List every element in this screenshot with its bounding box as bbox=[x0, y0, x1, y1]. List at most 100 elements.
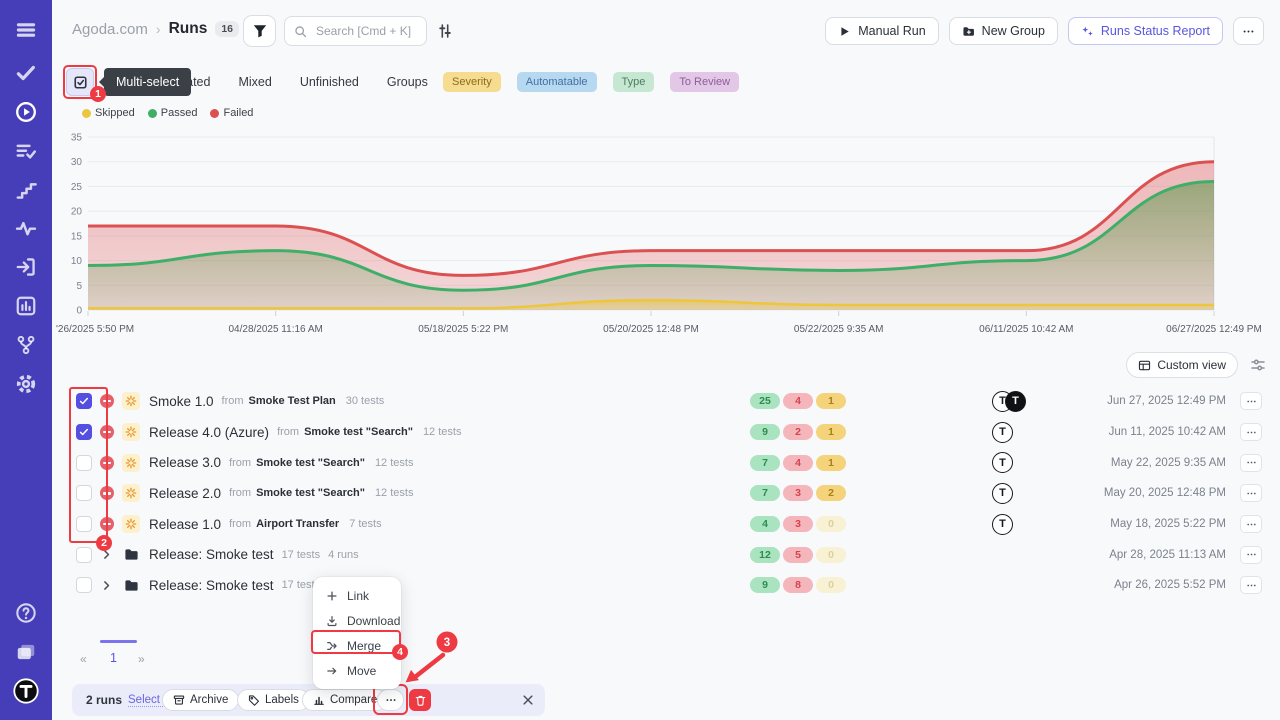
menu-item-merge[interactable]: Merge bbox=[313, 633, 401, 658]
tab-unfinished[interactable]: Unfinished bbox=[300, 75, 359, 89]
sidebar-item-branch[interactable] bbox=[14, 333, 38, 357]
runs-status-report-button[interactable]: Runs Status Report bbox=[1068, 17, 1223, 45]
tab-groups[interactable]: Groups bbox=[387, 75, 428, 89]
sidebar-item-pulse[interactable] bbox=[14, 216, 38, 240]
custom-view-button[interactable]: Custom view bbox=[1126, 352, 1238, 378]
plan-name[interactable]: Smoke Test Plan bbox=[249, 395, 336, 407]
filter-tag-type[interactable]: Type bbox=[613, 72, 655, 92]
new-group-button[interactable]: New Group bbox=[949, 17, 1058, 45]
assignee-avatars: T bbox=[992, 514, 1013, 535]
sidebar-item-steps[interactable] bbox=[14, 178, 38, 202]
run-title[interactable]: Release 3.0 bbox=[149, 455, 221, 470]
search-box[interactable] bbox=[284, 16, 427, 46]
sidebar-item-menu[interactable] bbox=[14, 18, 38, 42]
run-date: May 22, 2025 9:35 AM bbox=[1111, 457, 1226, 469]
run-title[interactable]: Release 2.0 bbox=[149, 486, 221, 501]
run-title[interactable]: Release: Smoke test bbox=[149, 547, 274, 562]
bulk-more-button[interactable] bbox=[377, 689, 404, 711]
menu-item-label: Download bbox=[347, 614, 400, 628]
annotation-delete-marker bbox=[409, 689, 431, 711]
svg-text:0: 0 bbox=[76, 306, 82, 317]
run-title[interactable]: Smoke 1.0 bbox=[149, 394, 214, 409]
sidebar-item-folders[interactable] bbox=[14, 640, 38, 664]
logo-t-icon bbox=[13, 678, 39, 704]
pagination-prev[interactable]: « bbox=[80, 652, 87, 666]
run-title[interactable]: Release 4.0 (Azure) bbox=[149, 425, 269, 440]
filter-tag-automatable[interactable]: Automatable bbox=[517, 72, 597, 92]
menu-item-move[interactable]: Move bbox=[313, 658, 401, 683]
steps-icon bbox=[15, 179, 37, 201]
run-row: Release 2.0fromSmoke test "Search"12 tes… bbox=[72, 478, 1264, 509]
tests-count: 17 tests bbox=[282, 549, 321, 561]
search-input[interactable] bbox=[314, 23, 417, 39]
archive-button[interactable]: Archive bbox=[162, 689, 239, 711]
row-checkbox[interactable] bbox=[76, 547, 92, 563]
sidebar-item-check[interactable] bbox=[14, 61, 38, 85]
pagination: « 1 » bbox=[72, 640, 172, 674]
filter-tag-severity[interactable]: Severity bbox=[443, 72, 501, 92]
filter-settings-icon[interactable] bbox=[437, 23, 453, 39]
failed-badge: 3 bbox=[783, 485, 813, 501]
expand-chevron[interactable] bbox=[99, 578, 114, 593]
svg-text:15: 15 bbox=[71, 231, 83, 242]
labels-button[interactable]: Labels bbox=[237, 689, 310, 711]
row-more-button[interactable] bbox=[1240, 392, 1262, 410]
legend-dot-skipped bbox=[82, 109, 91, 118]
breadcrumb-project[interactable]: Agoda.com bbox=[72, 21, 148, 38]
view-settings-icon[interactable] bbox=[1250, 357, 1266, 373]
legend-skipped: Skipped bbox=[82, 107, 135, 119]
selection-action-bar: 2 runs Select all Archive Labels Compare bbox=[72, 684, 545, 716]
tab-mixed[interactable]: Mixed bbox=[238, 75, 271, 89]
row-checkbox[interactable] bbox=[76, 393, 92, 409]
sidebar-item-play-circle[interactable] bbox=[14, 100, 38, 124]
bar-chart-icon bbox=[15, 295, 37, 317]
close-action-bar-icon[interactable] bbox=[521, 693, 535, 707]
row-checkbox[interactable] bbox=[76, 516, 92, 532]
check-icon bbox=[79, 396, 89, 406]
run-title[interactable]: Release: Smoke test bbox=[149, 578, 274, 593]
sidebar-item-list-check[interactable] bbox=[14, 139, 38, 163]
menu-item-download[interactable]: Download bbox=[313, 608, 401, 633]
automated-run-icon bbox=[122, 515, 140, 533]
sidebar-item-gear[interactable] bbox=[14, 372, 38, 396]
row-checkbox[interactable] bbox=[76, 455, 92, 471]
search-icon bbox=[294, 25, 307, 38]
row-more-button[interactable] bbox=[1240, 546, 1262, 564]
row-more-button[interactable] bbox=[1240, 484, 1262, 502]
compare-button[interactable]: Compare bbox=[302, 689, 388, 711]
sidebar-item-help[interactable] bbox=[14, 601, 38, 625]
sidebar-item-logo-t[interactable] bbox=[14, 679, 38, 703]
runs-count: 4 runs bbox=[328, 549, 359, 561]
plan-name[interactable]: Airport Transfer bbox=[256, 518, 339, 530]
skipped-badge: 0 bbox=[816, 577, 846, 593]
legend-dot-failed bbox=[210, 109, 219, 118]
sidebar-item-bar-chart[interactable] bbox=[14, 294, 38, 318]
filter-button[interactable] bbox=[243, 15, 276, 47]
run-date: May 20, 2025 12:48 PM bbox=[1104, 487, 1226, 499]
pagination-next[interactable]: » bbox=[138, 652, 145, 666]
manual-run-button[interactable]: Manual Run bbox=[825, 17, 938, 45]
row-checkbox[interactable] bbox=[76, 424, 92, 440]
automated-run-icon bbox=[122, 392, 140, 410]
row-checkbox[interactable] bbox=[76, 577, 92, 593]
filter-tag-to-review[interactable]: To Review bbox=[670, 72, 739, 92]
row-more-button[interactable] bbox=[1240, 423, 1262, 441]
run-title[interactable]: Release 1.0 bbox=[149, 517, 221, 532]
plan-name[interactable]: Smoke test "Search" bbox=[256, 487, 365, 499]
row-more-button[interactable] bbox=[1240, 515, 1262, 533]
row-more-button[interactable] bbox=[1240, 576, 1262, 594]
plan-name[interactable]: Smoke test "Search" bbox=[304, 426, 413, 438]
row-checkbox[interactable] bbox=[76, 485, 92, 501]
merge-icon bbox=[326, 640, 338, 652]
row-more-button[interactable] bbox=[1240, 454, 1262, 472]
sparkle-burst-icon bbox=[125, 518, 137, 530]
sidebar-item-import[interactable] bbox=[14, 255, 38, 279]
pagination-page-1[interactable]: 1 bbox=[110, 651, 117, 665]
result-badges: 980 bbox=[750, 577, 846, 593]
passed-badge: 4 bbox=[750, 516, 780, 532]
plan-name[interactable]: Smoke test "Search" bbox=[256, 457, 365, 469]
gear-icon bbox=[15, 373, 37, 395]
menu-item-link[interactable]: Link bbox=[313, 583, 401, 608]
failed-badge: 4 bbox=[783, 455, 813, 471]
header-more-button[interactable] bbox=[1233, 17, 1264, 45]
